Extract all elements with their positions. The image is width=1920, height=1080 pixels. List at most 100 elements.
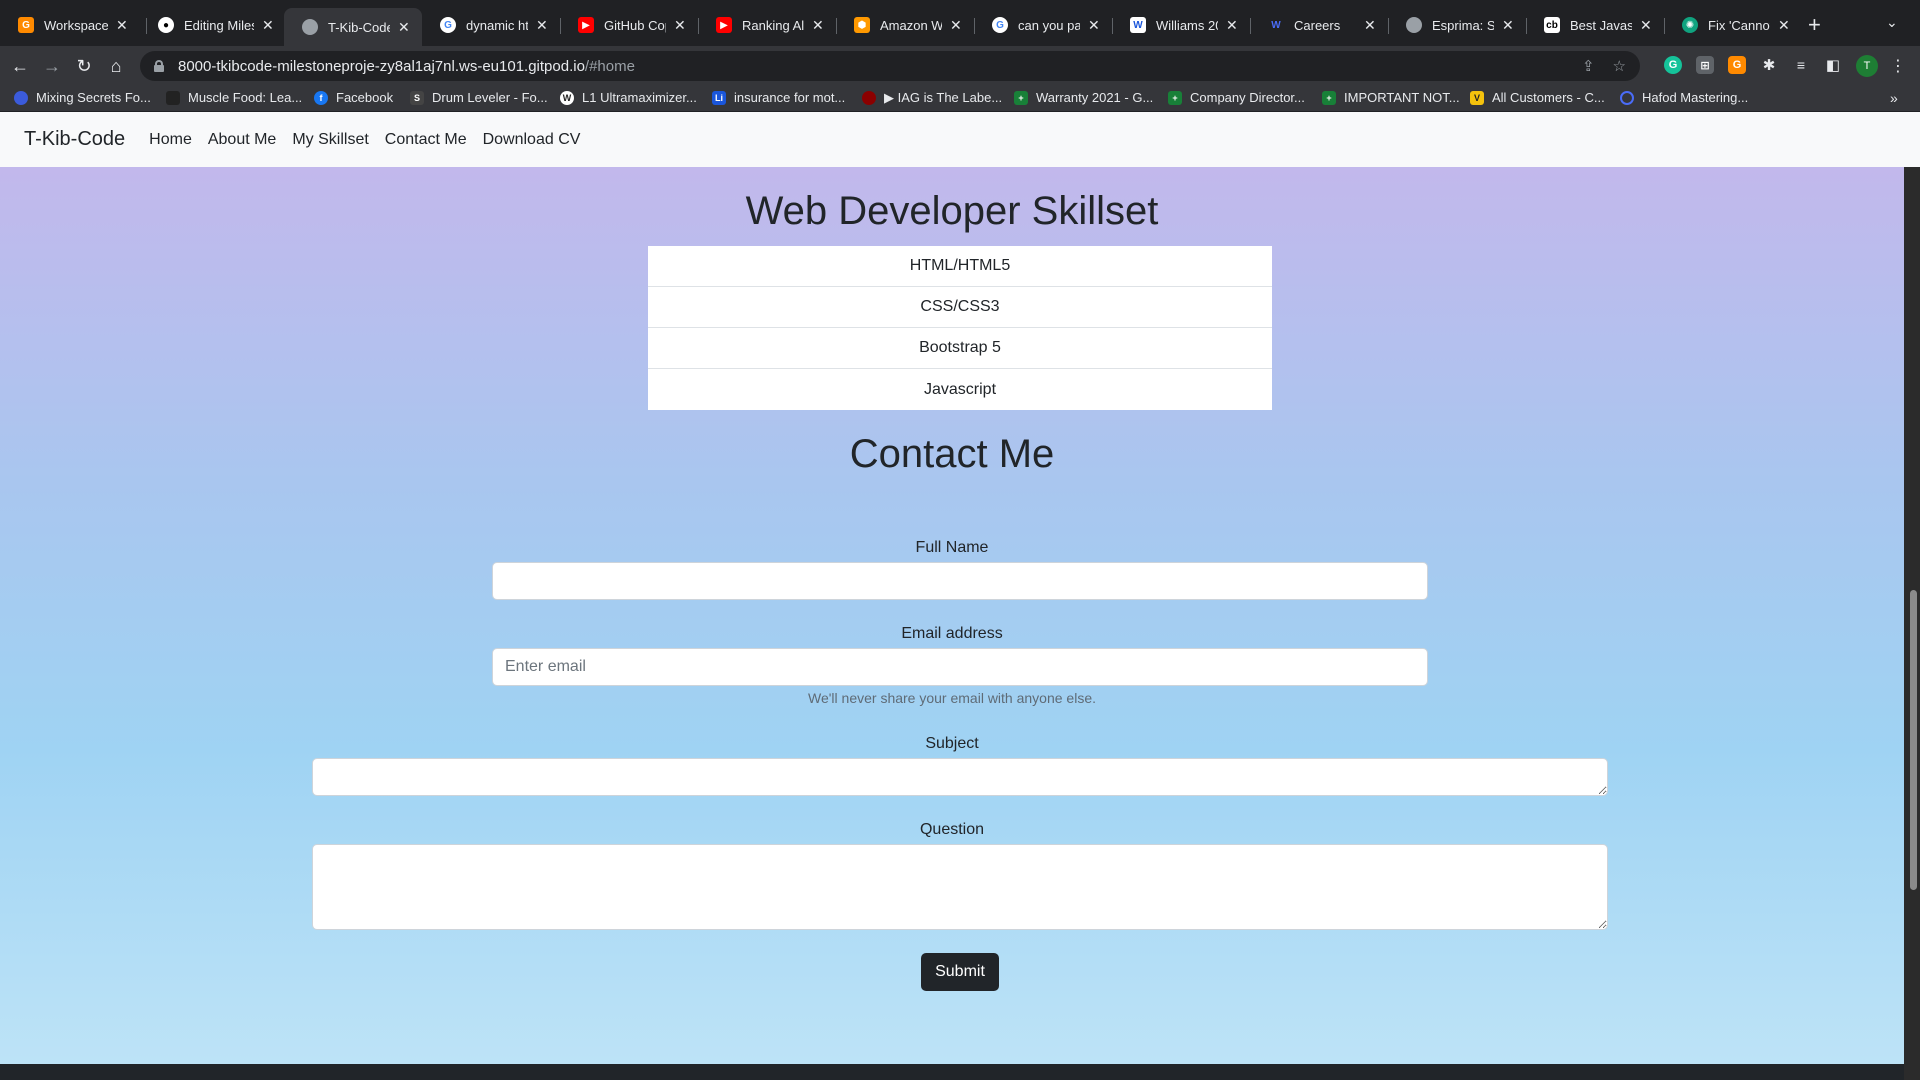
tab-ranking[interactable]: ▶ Ranking All S ✕ [698,10,836,40]
close-icon[interactable]: ✕ [1088,17,1102,34]
tab-workspaces[interactable]: G Workspaces ✕ [0,10,140,40]
subject-textarea[interactable] [312,758,1608,796]
skill-item: Javascript [923,380,997,398]
bookmark-drum-leveler[interactable]: S Drum Leveler - Fo... [410,90,548,105]
bookmark-mixing-secrets[interactable]: Mixing Secrets Fo... [14,90,151,105]
tab-dynamic-html[interactable]: G dynamic htm ✕ [422,10,560,40]
bookmark-muscle-food[interactable]: Muscle Food: Lea... [166,90,302,105]
tab-williams[interactable]: W Williams 202 ✕ [1112,10,1250,40]
profile-avatar[interactable]: T [1856,55,1878,77]
bookmark-warranty[interactable]: + Warranty 2021 - G... [1014,90,1153,105]
media-queue-icon[interactable]: ≡ [1792,56,1810,74]
close-icon[interactable]: ✕ [536,17,550,34]
grammarly-icon[interactable]: G [1664,56,1682,74]
tab-amazon[interactable]: ⬢ Amazon Web ✕ [836,10,974,40]
tab-fix-cannot[interactable]: ✺ Fix 'Cannot s ✕ [1664,10,1802,40]
close-icon[interactable]: ✕ [262,17,276,34]
back-button[interactable]: ← [8,54,32,78]
bookmark-company-director[interactable]: + Company Director... [1168,90,1305,105]
nav-my-skillset[interactable]: My Skillset [292,131,368,149]
subject-label: Subject [925,735,979,752]
extension-icon[interactable]: ⊞ [1696,56,1714,74]
tab-strip: G Workspaces ✕ ● Editing Miles ✕ T-Kib-C… [0,0,1920,46]
tab-search-icon[interactable]: ⌄ [1886,14,1898,31]
skillset-title: Web Developer Skillset [745,189,1159,233]
question-textarea[interactable] [312,844,1608,930]
globe-icon [302,19,318,35]
side-panel-icon[interactable]: ◧ [1824,56,1842,74]
submit-button[interactable]: Submit [921,953,999,991]
menu-icon[interactable]: ⋮ [1890,56,1906,76]
site-brand[interactable]: T-Kib-Code [24,128,125,151]
full-name-input[interactable] [492,562,1428,600]
email-label: Email address [901,625,1003,642]
extensions-puzzle-icon[interactable]: ✱ [1760,56,1778,74]
sheets-icon: + [1014,90,1028,105]
reload-button[interactable]: ↻ [72,54,96,78]
close-icon[interactable]: ✕ [674,17,688,34]
tab-careers[interactable]: W Careers ✕ [1250,10,1388,40]
forward-button[interactable]: → [40,54,64,78]
bookmark-all-customers[interactable]: V All Customers - C... [1470,90,1605,105]
youtube-icon: ▶ [578,17,594,33]
bookmark-hafod[interactable]: Hafod Mastering... [1620,90,1748,105]
skill-item: CSS/CSS3 [648,287,1272,328]
main-content: Web Developer Skillset HTML/HTML5 CSS/CS… [0,167,1904,1064]
close-icon[interactable]: ✕ [116,17,130,34]
new-tab-button[interactable]: + [1808,12,1821,38]
nav-download-cv[interactable]: Download CV [483,131,581,149]
bookmark-l1-ultramaximizer[interactable]: W L1 Ultramaximizer... [560,90,697,105]
bookmark-facebook[interactable]: f Facebook [314,90,393,105]
nav-about-me[interactable]: About Me [208,131,276,149]
google-icon: G [440,17,456,33]
question-label: Question [919,821,985,838]
email-input[interactable] [492,648,1428,686]
nav-home[interactable]: Home [149,131,192,149]
address-bar[interactable]: 8000-tkibcode-milestoneproje-zy8al1aj7nl… [140,51,1640,81]
close-icon[interactable]: ✕ [1778,17,1792,34]
skill-list: HTML/HTML5 CSS/CSS3 Bootstrap 5 Javascri… [648,246,1272,410]
tab-esprima[interactable]: Esprima: Syn ✕ [1388,10,1526,40]
more-bookmarks-icon[interactable]: » [1890,90,1898,106]
sheets-icon: + [1168,90,1182,105]
gitpod-extension-icon[interactable]: G [1728,56,1746,74]
google-icon: G [992,17,1008,33]
gitpod-icon: G [18,17,34,33]
tab-t-kib-code[interactable]: T-Kib-Code ✕ [284,8,422,46]
skill-item: Bootstrap 5 [648,328,1272,369]
bookmark-icon: V [1470,90,1484,105]
page-footer [0,1064,1904,1080]
close-icon[interactable]: ✕ [1364,17,1378,34]
full-name-label: Full Name [915,539,989,556]
scrollbar-thumb[interactable] [1910,590,1917,890]
close-icon[interactable]: ✕ [950,17,964,34]
close-icon[interactable]: ✕ [398,19,412,36]
bookmark-important[interactable]: + IMPORTANT NOT... [1322,90,1460,105]
share-icon[interactable]: ⇪ [1582,57,1595,75]
bookmark-star-icon[interactable]: ☆ [1613,57,1626,75]
bookmark-icon [862,91,876,105]
tab-github-copilot[interactable]: ▶ GitHub Copil ✕ [560,10,698,40]
tab-best-javascript[interactable]: cb Best Javascr ✕ [1526,10,1664,40]
site-navbar: T-Kib-Code Home About Me My Skillset Con… [0,112,1920,167]
lock-icon[interactable] [154,60,164,72]
browser-toolbar: ← → ↻ ⌂ 8000-tkibcode-milestoneproje-zy8… [0,46,1920,86]
close-icon[interactable]: ✕ [1226,17,1240,34]
close-icon[interactable]: ✕ [1502,17,1516,34]
bookmark-iag[interactable]: ▶ IAG is The Labe... [862,90,1002,106]
tab-editing[interactable]: ● Editing Miles ✕ [140,10,286,40]
bookmarks-bar: Mixing Secrets Fo... Muscle Food: Lea...… [0,86,1920,112]
cb-icon: cb [1544,17,1560,33]
close-icon[interactable]: ✕ [812,17,826,34]
bookmark-insurance[interactable]: Li insurance for mot... [712,90,845,105]
bookmark-icon [14,90,28,105]
page-viewport: T-Kib-Code Home About Me My Skillset Con… [0,112,1920,1080]
bookmark-icon: Li [712,90,726,105]
bookmark-icon: S [410,90,424,105]
w-icon: W [1130,17,1146,33]
tab-can-you-pair[interactable]: G can you pair ✕ [974,10,1112,40]
aws-icon: ⬢ [854,17,870,33]
nav-contact-me[interactable]: Contact Me [385,131,467,149]
home-button[interactable]: ⌂ [104,54,128,78]
close-icon[interactable]: ✕ [1640,17,1654,34]
